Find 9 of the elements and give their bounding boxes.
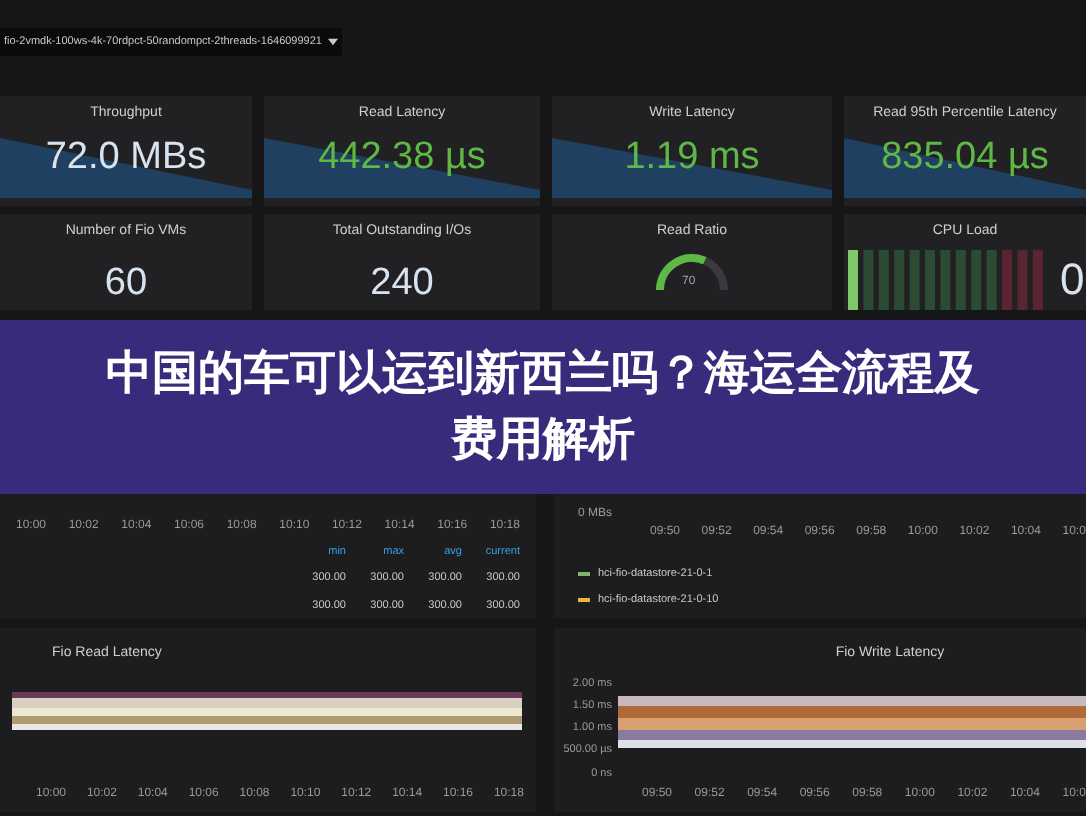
headline: 中国的车可以运到新西兰吗？海运全流程及费用解析 — [104, 345, 982, 469]
stat-value: 1.19 ms — [624, 137, 760, 175]
stat-value: 60 — [104, 263, 148, 301]
stat-value: 240 — [370, 263, 434, 301]
stat-value: 72.0 MBs — [45, 137, 207, 175]
caret-icon — [327, 38, 338, 47]
stat-value: 0 — [1060, 257, 1085, 301]
stat-value: 835.04 µs — [881, 137, 1049, 175]
stat-value: 442.38 µs — [318, 137, 486, 175]
